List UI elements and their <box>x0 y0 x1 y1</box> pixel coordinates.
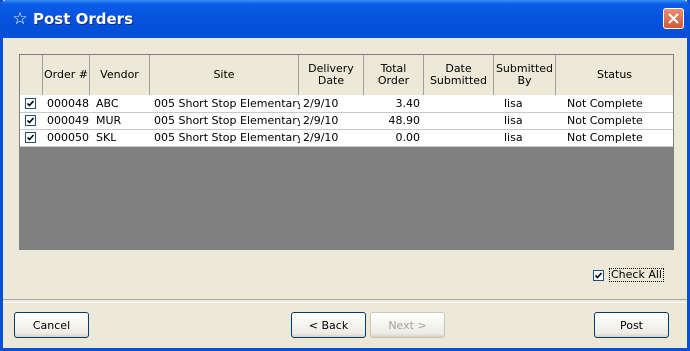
order-number: 000049 <box>47 114 89 127</box>
header-date-submitted[interactable]: Date Submitted <box>424 55 494 95</box>
row-checkbox[interactable] <box>25 98 36 109</box>
table-row[interactable]: 000050 SKL 005 Short Stop Elementary 2/9… <box>20 130 673 147</box>
header-site[interactable]: Site <box>150 55 299 95</box>
header-vendor[interactable]: Vendor <box>90 55 150 95</box>
row-checkbox[interactable] <box>25 132 36 143</box>
total-order: 3.40 <box>395 97 421 110</box>
total-order: 0.00 <box>395 131 421 144</box>
header-check <box>20 55 43 95</box>
vendor: ABC <box>96 97 119 110</box>
status: Not Complete <box>567 97 643 110</box>
vendor: SKL <box>96 131 117 144</box>
post-button-label: Post <box>619 318 643 332</box>
table-row[interactable]: 000048 ABC 005 Short Stop Elementary 2/9… <box>20 96 673 113</box>
check-all-label[interactable]: Check All <box>609 268 664 282</box>
header-delivery-date[interactable]: Delivery Date <box>299 55 364 95</box>
check-all-box[interactable] <box>593 269 604 281</box>
header-order[interactable]: Order # <box>43 55 90 95</box>
next-button-label: Next > <box>388 318 427 332</box>
delivery-date: 2/9/10 <box>303 131 339 144</box>
title-bar[interactable]: ☆ Post Orders <box>0 0 690 38</box>
checkmark-icon <box>26 100 35 107</box>
post-orders-dialog: ☆ Post Orders Order # Vendor Site Delive… <box>0 0 690 351</box>
order-number: 000050 <box>47 131 89 144</box>
grid-rows: 000048 ABC 005 Short Stop Elementary 2/9… <box>20 95 673 147</box>
next-button[interactable]: Next > <box>370 312 445 338</box>
grid-header: Order # Vendor Site Delivery Date Total … <box>20 55 673 96</box>
row-checkbox[interactable] <box>25 115 36 126</box>
post-button[interactable]: Post <box>594 312 669 338</box>
header-total-order[interactable]: Total Order <box>364 55 424 95</box>
back-button[interactable]: < Back <box>291 312 366 338</box>
window-title: Post Orders <box>33 10 134 28</box>
footer-divider <box>3 299 687 303</box>
delivery-date: 2/9/10 <box>303 97 339 110</box>
cancel-button-label: Cancel <box>32 318 71 332</box>
checkmark-icon <box>26 134 35 141</box>
submitted-by: lisa <box>504 131 523 144</box>
header-status[interactable]: Status <box>556 55 673 95</box>
checkmark-icon <box>594 271 603 279</box>
vendor: MUR <box>96 114 122 127</box>
cancel-button[interactable]: Cancel <box>14 312 89 338</box>
back-button-label: < Back <box>308 318 349 332</box>
header-submitted-by[interactable]: Submitted By <box>494 55 556 95</box>
orders-grid[interactable]: Order # Vendor Site Delivery Date Total … <box>19 54 674 250</box>
submitted-by: lisa <box>504 114 523 127</box>
site: 005 Short Stop Elementary <box>154 97 300 110</box>
status: Not Complete <box>567 131 643 144</box>
close-button[interactable] <box>663 8 684 29</box>
submitted-by: lisa <box>504 97 523 110</box>
order-number: 000048 <box>47 97 89 110</box>
check-all-checkbox[interactable]: Check All <box>593 268 664 282</box>
checkmark-icon <box>26 117 35 124</box>
status: Not Complete <box>567 114 643 127</box>
site: 005 Short Stop Elementary <box>154 131 300 144</box>
total-order: 48.90 <box>388 114 421 127</box>
site: 005 Short Stop Elementary <box>154 114 300 127</box>
star-outline-icon: ☆ <box>12 9 28 29</box>
close-icon <box>668 13 679 24</box>
table-row[interactable]: 000049 MUR 005 Short Stop Elementary 2/9… <box>20 113 673 130</box>
delivery-date: 2/9/10 <box>303 114 339 127</box>
